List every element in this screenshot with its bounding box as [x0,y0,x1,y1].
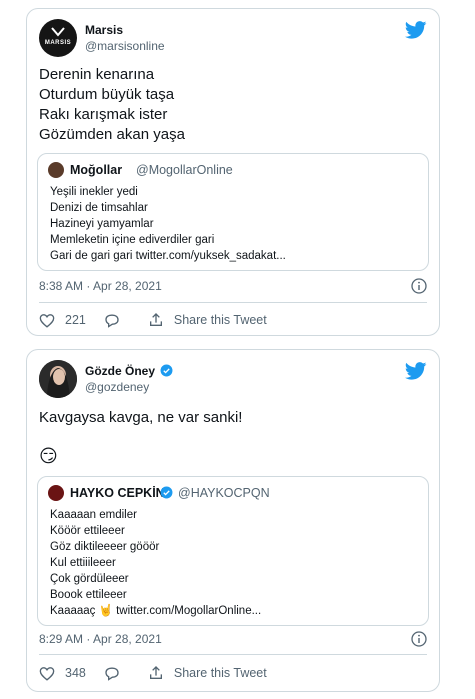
quoted-author-name: Moğollar [70,163,123,177]
tweet-card[interactable]: Gözde Öney @gozdeney Kavgaysa kavga, ne … [26,349,440,692]
author-name[interactable]: Gözde Öney [85,364,155,378]
share-button[interactable]: Share this Tweet [148,312,267,328]
tweet-card[interactable]: MARSIS Marsis @marsisonline Derenin kena… [26,8,440,336]
tweet-emoji: 😏 [39,446,58,466]
quoted-author-name: HAYKO CEPKİN [70,486,165,500]
twitter-bird-icon[interactable] [405,362,427,380]
quoted-text: Kaaaaan emdiler Kööör ettileeer Göz dikt… [50,509,262,617]
timestamp[interactable]: 8:38 AM · Apr 28, 2021 [39,279,162,293]
action-bar: 348 Share this Tweet [39,664,285,682]
reply-icon [105,314,119,328]
quoted-text: Yeşili inekler yedi Denizi de timsahlar … [50,186,286,262]
twitter-bird-icon[interactable] [405,21,427,39]
author-name[interactable]: Marsis [85,23,123,37]
reply-button[interactable] [104,666,130,681]
info-icon[interactable] [411,631,427,647]
verified-badge-icon [160,364,173,377]
quoted-tweet[interactable]: HAYKO CEPKİN @HAYKOCPQN Kaaaaan emdiler … [37,476,429,626]
reply-button[interactable] [104,313,130,328]
reply-icon [105,667,119,681]
share-button[interactable]: Share this Tweet [148,665,267,681]
heart-icon [39,666,55,681]
share-icon [149,666,162,679]
tweet-text: Kavgaysa kavga, ne var sanki! [39,409,243,426]
avatar[interactable] [39,360,77,398]
action-bar: 221 Share this Tweet [39,311,285,329]
share-icon [149,313,162,326]
quoted-avatar [48,485,64,501]
logo-chevron-icon [51,27,65,37]
quoted-tweet[interactable]: Moğollar @MogollarOnline Yeşili inekler … [37,153,429,271]
author-handle[interactable]: @marsisonline [85,39,165,53]
like-button[interactable]: 221 [39,313,86,328]
avatar[interactable]: MARSIS [39,19,77,57]
share-label: Share this Tweet [173,313,267,327]
verified-badge-icon [160,486,173,499]
divider [39,654,427,655]
quoted-avatar [48,162,64,178]
quoted-author-handle: @MogollarOnline [136,163,233,177]
like-count: 348 [65,666,86,680]
like-button[interactable]: 348 [39,666,86,681]
like-count: 221 [65,313,86,327]
share-label: Share this Tweet [173,666,267,680]
author-handle[interactable]: @gozdeney [85,380,149,394]
divider [39,302,427,303]
profile-photo [39,360,77,398]
quoted-author-handle: @HAYKOCPQN [178,486,270,500]
avatar-logo-text: MARSIS [44,40,72,46]
heart-icon [39,313,55,328]
tweet-text: Derenin kenarına Oturdum büyük taşa Rakı… [39,66,185,143]
timestamp[interactable]: 8:29 AM · Apr 28, 2021 [39,632,162,646]
info-icon[interactable] [411,278,427,294]
